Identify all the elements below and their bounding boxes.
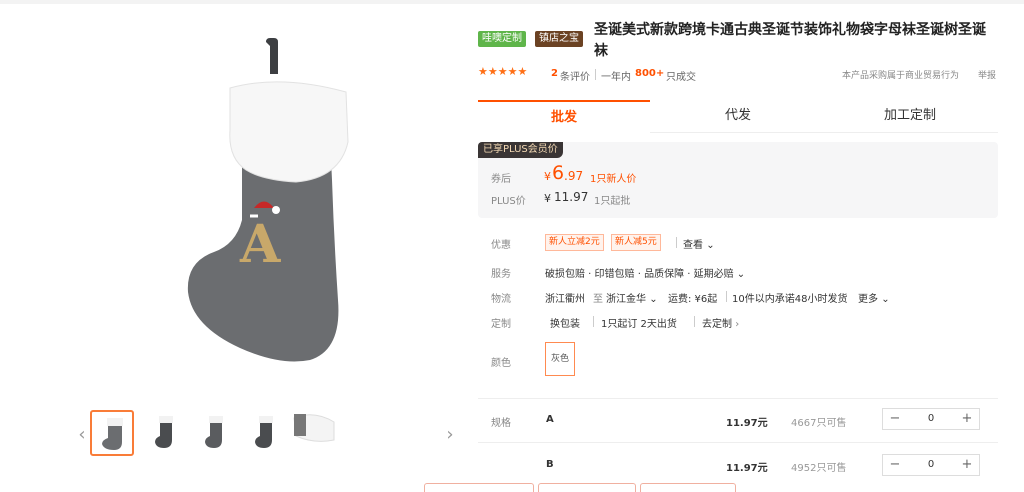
divider — [478, 442, 998, 443]
ship-to-word: 至 — [593, 294, 603, 305]
sold-count: 800+ — [635, 68, 665, 79]
currency-symbol: ¥ — [544, 170, 551, 183]
thumbnail-4[interactable] — [244, 410, 288, 456]
rating-stars: ★★★★★ — [478, 65, 528, 78]
sku-name: A — [546, 414, 554, 425]
currency-symbol: ¥ — [544, 192, 551, 205]
min-order-note: 1只起批 — [594, 196, 631, 207]
chevron-down-icon: ⌄ — [706, 240, 715, 251]
logistics-more-label: 更多 — [858, 294, 878, 305]
sku-stock: 4952只可售 — [791, 463, 847, 474]
svg-text:A: A — [239, 214, 281, 275]
thumbnail-3[interactable] — [194, 410, 238, 456]
bottom-action-bar — [424, 483, 944, 492]
divider — [694, 316, 695, 327]
view-discounts-label: 查看 — [683, 240, 703, 251]
shipping-fee: 运费: ¥6起 — [668, 294, 718, 305]
sales-period: 一年内 — [601, 72, 631, 83]
chevron-down-icon: ⌄ — [881, 294, 890, 305]
custom-terms: 1只起订 2天出货 — [601, 319, 677, 330]
after-coupon-price-dec: .97 — [564, 169, 584, 183]
new-user-price-note: 1只新人价 — [590, 174, 637, 185]
trade-notice: 本产品采购属于商业贸易行为 — [842, 71, 960, 81]
divider — [726, 291, 727, 302]
quantity-stepper: − 0 + — [882, 454, 980, 476]
tab-dropship[interactable]: 代发 — [652, 100, 824, 132]
quantity-stepper: − 0 + — [882, 408, 980, 430]
sku-name: B — [546, 459, 554, 470]
logistics-row: 物流 浙江衢州 至 浙江金华 ⌄ 运费: ¥6起 10件以内承诺48小时发货 更… — [478, 288, 998, 306]
plus-price-label: PLUS价 — [491, 196, 526, 207]
price-box: 已享PLUS会员价 券后 ¥ 6 .97 1只新人价 PLUS价 ¥ 11.97… — [478, 142, 998, 218]
store-treasure-badge: 镇店之宝 — [535, 31, 583, 47]
increment-button[interactable]: + — [957, 455, 977, 475]
service-label: 服务 — [491, 269, 511, 280]
chevron-down-icon: ⌄ — [736, 269, 746, 280]
product-info-panel: 哇噢定制 镇店之宝 圣诞美式新款跨境卡通古典圣诞节装饰礼物袋字母袜圣诞树圣诞袜 … — [478, 0, 998, 491]
divider — [478, 398, 998, 399]
decrement-button[interactable]: − — [885, 409, 905, 429]
chevron-right-icon[interactable]: › — [444, 412, 456, 456]
after-coupon-price-int: 6 — [552, 162, 565, 184]
chevron-right-small-icon: › — [735, 319, 740, 330]
discount-row: 优惠 新人立减2元 新人减5元 查看 ⌄ — [478, 234, 998, 252]
decrement-button[interactable]: − — [885, 455, 905, 475]
service-guarantees[interactable]: 破损包赔 · 印错包赔 · 品质保障 · 延期必赔 ⌄ — [545, 265, 745, 280]
service-value: 破损包赔 · 印错包赔 · 品质保障 · 延期必赔 — [545, 269, 734, 280]
sku-stock: 4667只可售 — [791, 418, 847, 429]
thumbnail-5[interactable] — [292, 410, 336, 456]
review-label[interactable]: 条评价 — [560, 68, 590, 83]
wow-custom-badge: 哇噢定制 — [478, 31, 526, 47]
tab-wholesale[interactable]: 批发 — [478, 100, 650, 134]
tab-custom-processing[interactable]: 加工定制 — [824, 100, 996, 132]
service-row: 服务 破损包赔 · 印错包赔 · 品质保障 · 延期必赔 ⌄ — [478, 263, 998, 281]
thumbnail-1[interactable] — [90, 410, 134, 456]
divider — [676, 237, 677, 248]
after-coupon-label: 券后 — [491, 174, 511, 185]
ship-to-location[interactable]: 浙江金华 ⌄ — [606, 290, 658, 305]
chevron-down-icon: ⌄ — [649, 294, 658, 305]
review-count[interactable]: 2 — [551, 68, 558, 79]
plus-member-tag: 已享PLUS会员价 — [478, 142, 563, 158]
customize-label: 定制 — [491, 319, 511, 330]
sold-label: 只成交 — [666, 72, 696, 83]
color-label: 颜色 — [491, 358, 511, 369]
go-customize-label: 去定制 — [702, 319, 732, 330]
go-customize-link[interactable]: 去定制 › — [702, 315, 739, 330]
plus-price: 11.97 — [554, 190, 589, 204]
ship-to: 浙江金华 — [606, 294, 646, 305]
chevron-left-icon[interactable]: ‹ — [76, 412, 88, 456]
report-link[interactable]: 举报 — [978, 68, 996, 81]
purchase-mode-tabs: 批发 代发 加工定制 — [478, 100, 998, 134]
thumbnail-2[interactable] — [144, 410, 188, 456]
customize-row: 定制 换包装 1只起订 2天出货 去定制 › — [478, 313, 998, 331]
repack-option: 换包装 — [550, 319, 580, 330]
divider — [593, 316, 594, 327]
rating-row: ★★★★★ 2 条评价 一年内 800+ 只成交 本产品采购属于商业贸易行为 举… — [478, 65, 998, 83]
main-product-image[interactable]: A — [170, 30, 350, 370]
sku-price: 11.97元 — [726, 418, 768, 429]
thumbnail-strip: ‹ › — [76, 410, 456, 460]
quantity-input[interactable]: 0 — [913, 455, 949, 475]
quantity-input[interactable]: 0 — [913, 409, 949, 429]
divider — [595, 69, 596, 80]
spec-label: 规格 — [491, 418, 511, 429]
discount-label: 优惠 — [491, 240, 511, 251]
logistics-label: 物流 — [491, 294, 511, 305]
logistics-more-link[interactable]: 更多 ⌄ — [858, 290, 890, 305]
delivery-promise: 10件以内承诺48小时发货 — [732, 294, 848, 305]
increment-button[interactable]: + — [957, 409, 977, 429]
sku-price: 11.97元 — [726, 463, 768, 474]
ship-from: 浙江衢州 — [545, 294, 585, 305]
product-title: 圣诞美式新款跨境卡通古典圣诞节装饰礼物袋字母袜圣诞树圣诞袜 — [594, 22, 986, 59]
coupon-chip[interactable]: 新人立减2元 — [545, 234, 604, 251]
coupon-chip[interactable]: 新人减5元 — [611, 234, 661, 251]
view-discounts-link[interactable]: 查看 ⌄ — [683, 236, 715, 251]
color-swatch-gray[interactable]: 灰色 — [545, 342, 575, 376]
